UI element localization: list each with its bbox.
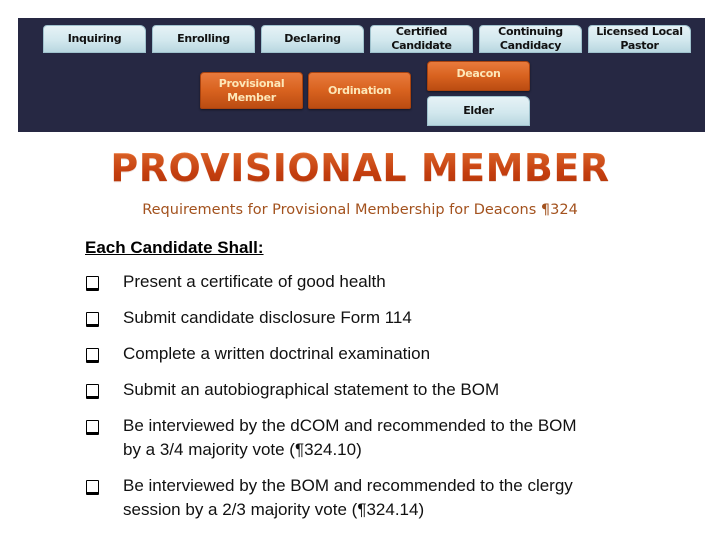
- tab-declaring[interactable]: Declaring: [261, 25, 364, 53]
- requirement-text: Be interviewed by the dCOM and recommend…: [123, 416, 577, 459]
- tab-provisional-member[interactable]: Provisional Member: [200, 72, 303, 109]
- tab-enrolling[interactable]: Enrolling: [152, 25, 255, 53]
- requirement-text: Complete a written doctrinal examination: [123, 344, 431, 363]
- tab-label: Licensed Local Pastor: [596, 25, 683, 52]
- requirement-text: Be interviewed by the BOM and recommende…: [123, 476, 573, 519]
- tab-label: Declaring: [284, 32, 341, 45]
- tab-continuing-candidacy[interactable]: Continuing Candidacy: [479, 25, 582, 53]
- tab-ordination[interactable]: Ordination: [308, 72, 411, 109]
- tab-certified-candidate[interactable]: Certified Candidate: [370, 25, 473, 53]
- requirement-item: Complete a written doctrinal examination: [85, 342, 685, 366]
- requirement-item: Be interviewed by the BOM and recommende…: [85, 474, 685, 522]
- checkbox-icon: [86, 420, 99, 435]
- requirements-list: Present a certificate of good health Sub…: [85, 270, 685, 534]
- checkbox-icon: [86, 276, 99, 291]
- checkbox-icon: [86, 348, 99, 363]
- tab-label: Enrolling: [177, 32, 230, 45]
- checkbox-icon: [86, 312, 99, 327]
- requirement-text: Present a certificate of good health: [123, 272, 386, 291]
- tab-label: Elder: [463, 104, 494, 117]
- checkbox-icon: [86, 384, 99, 399]
- requirement-text: Submit an autobiographical statement to …: [123, 380, 500, 399]
- requirement-item: Be interviewed by the dCOM and recommend…: [85, 414, 685, 462]
- section-heading: Each Candidate Shall:: [85, 238, 264, 257]
- tab-elder[interactable]: Elder: [427, 96, 530, 126]
- checkbox-icon: [86, 480, 99, 495]
- tab-inquiring[interactable]: Inquiring: [43, 25, 146, 53]
- tab-label: Ordination: [327, 83, 392, 97]
- requirement-item: Submit candidate disclosure Form 114: [85, 306, 685, 330]
- page-subtitle: Requirements for Provisional Membership …: [142, 202, 578, 218]
- page-title: PROVISIONAL MEMBER: [0, 146, 720, 190]
- tab-label: Certified Candidate: [391, 25, 452, 52]
- requirement-text: Submit candidate disclosure Form 114: [123, 308, 412, 327]
- tab-label: Provisional Member: [218, 76, 285, 104]
- requirement-item: Submit an autobiographical statement to …: [85, 378, 685, 402]
- tab-licensed-local-pastor[interactable]: Licensed Local Pastor: [588, 25, 691, 53]
- tab-label: Inquiring: [67, 32, 122, 45]
- requirement-item: Present a certificate of good health: [85, 270, 685, 294]
- tab-label: Continuing Candidacy: [498, 25, 563, 52]
- tab-deacon[interactable]: Deacon: [427, 61, 530, 91]
- tab-label: Deacon: [456, 67, 501, 80]
